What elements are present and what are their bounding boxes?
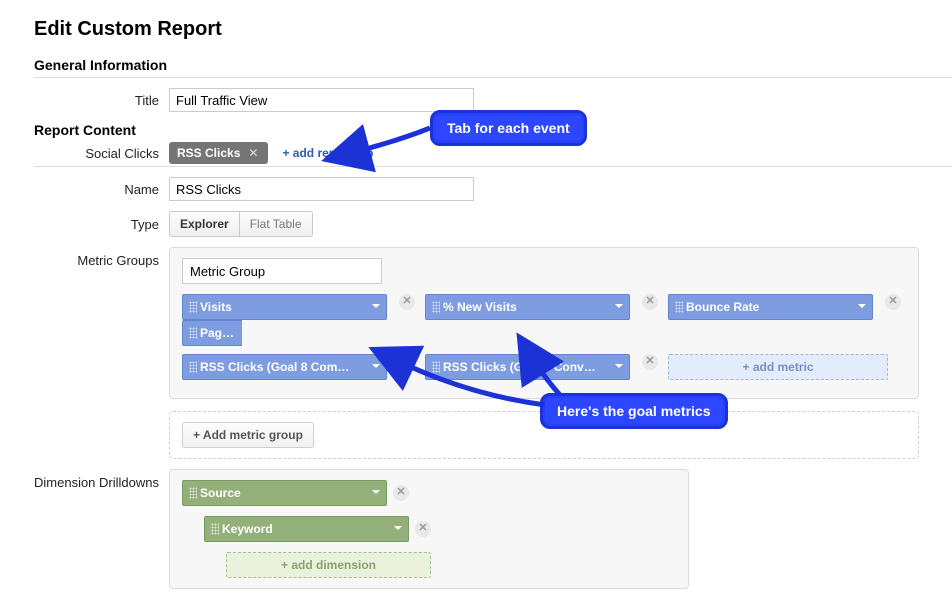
add-report-tab[interactable]: + add report tab [282,146,373,160]
chevron-down-icon[interactable] [364,360,380,375]
remove-icon[interactable]: ✕ [399,294,415,310]
drag-icon[interactable] [432,301,440,313]
dimension-panel: Source ✕ Keyword ✕ + add dimension [169,469,689,589]
label-title: Title [34,93,169,108]
metric-pages-per-visit-partial[interactable]: Pages / V [182,320,242,346]
label-social-clicks: Social Clicks [34,146,169,161]
drag-icon[interactable] [211,523,219,535]
drag-icon[interactable] [189,327,197,339]
metric-visits[interactable]: Visits [182,294,387,320]
metric-group-panel: Visits ✕ % New Visits ✕ Bounce Rate ✕ [169,247,919,399]
type-toggle: Explorer Flat Table [169,211,952,237]
close-icon[interactable]: ✕ [248,146,258,160]
metric-pct-new-visits[interactable]: % New Visits [425,294,630,320]
chevron-down-icon[interactable] [607,300,623,315]
title-input[interactable] [169,88,474,112]
chevron-down-icon[interactable] [386,522,402,537]
page-title: Edit Custom Report [34,18,952,41]
label-name: Name [34,182,169,197]
callout-tab-for-each-event: Tab for each event [430,110,587,146]
add-metric-button[interactable]: + add metric [668,354,888,380]
remove-icon[interactable]: ✕ [415,521,431,537]
dimension-keyword[interactable]: Keyword [204,516,409,542]
add-dimension-button[interactable]: + add dimension [226,552,431,578]
remove-icon[interactable]: ✕ [393,485,409,501]
tab-rss-clicks[interactable]: RSS Clicks ✕ [169,142,268,164]
remove-icon[interactable]: ✕ [642,354,658,370]
metric-bounce-rate[interactable]: Bounce Rate [668,294,873,320]
callout-goal-metrics: Here's the goal metrics [540,393,728,429]
label-metric-groups: Metric Groups [34,247,169,268]
dimension-source[interactable]: Source [182,480,387,506]
metric-rss-goal-8-completions[interactable]: RSS Clicks (Goal 8 Com… [182,354,387,380]
name-input[interactable] [169,177,474,201]
remove-icon[interactable]: ✕ [885,294,901,310]
tab-rss-clicks-label: RSS Clicks [177,146,240,160]
chevron-down-icon[interactable] [364,300,380,315]
drag-icon[interactable] [432,361,440,373]
chevron-down-icon[interactable] [850,300,866,315]
drag-icon[interactable] [675,301,683,313]
add-metric-group-button[interactable]: + Add metric group [182,422,314,448]
type-flat-table-button[interactable]: Flat Table [239,211,313,237]
metric-group-name-input[interactable] [182,258,382,284]
section-general-info: General Information [34,57,952,73]
type-explorer-button[interactable]: Explorer [169,211,240,237]
chevron-down-icon[interactable] [364,486,380,501]
remove-icon[interactable]: ✕ [399,354,415,370]
drag-icon[interactable] [189,487,197,499]
drag-icon[interactable] [189,361,197,373]
remove-icon[interactable]: ✕ [642,294,658,310]
label-type: Type [34,217,169,232]
label-dimension-drilldowns: Dimension Drilldowns [34,469,169,490]
chevron-down-icon[interactable] [607,360,623,375]
metric-rss-goal-8-conversion[interactable]: RSS Clicks (Goal 8 Conv… [425,354,630,380]
drag-icon[interactable] [189,301,197,313]
